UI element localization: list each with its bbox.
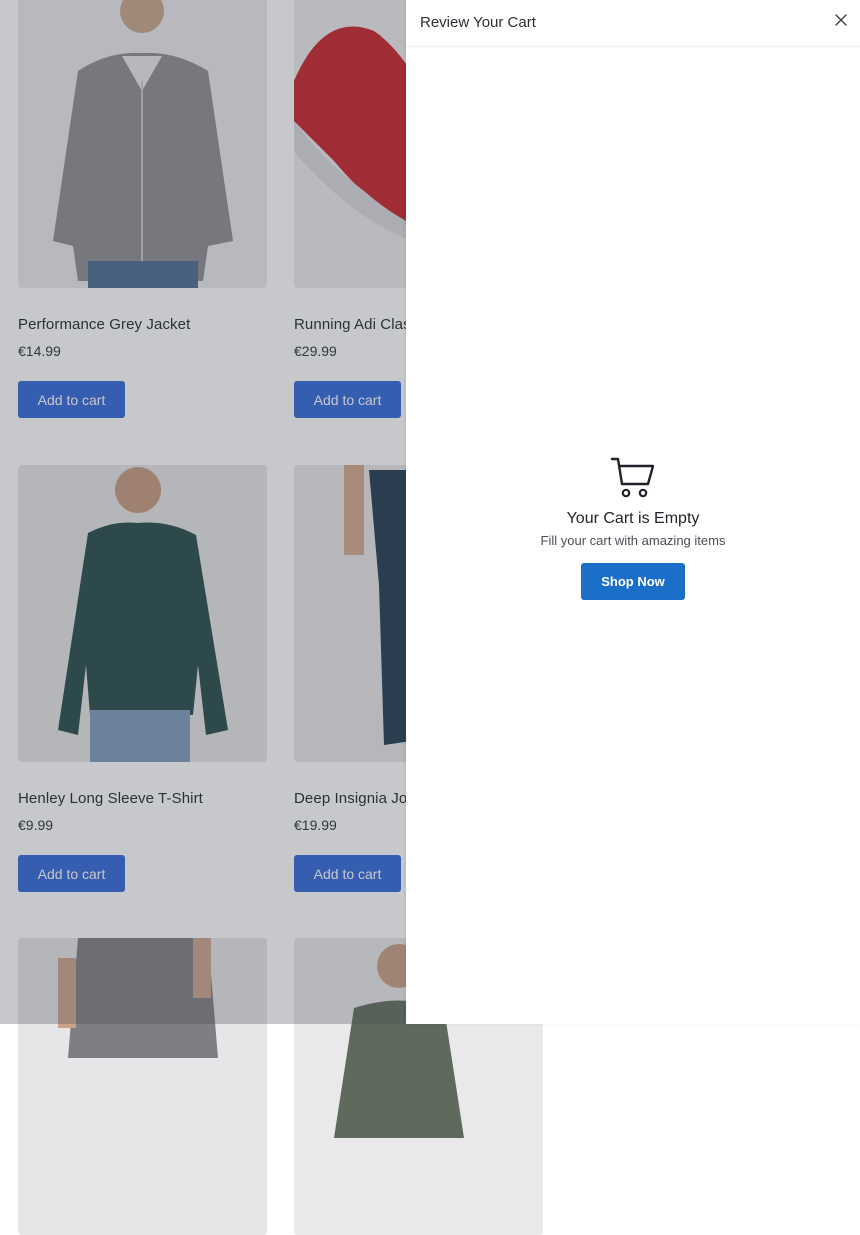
product-image[interactable]: [18, 0, 267, 288]
product-card: Henley Long Sleeve T-Shirt €9.99 Add to …: [18, 465, 267, 892]
empty-cart-state: Your Cart is Empty Fill your cart with a…: [406, 454, 860, 600]
add-to-cart-button[interactable]: Add to cart: [18, 855, 125, 892]
empty-cart-subtitle: Fill your cart with amazing items: [540, 533, 726, 548]
close-button[interactable]: [832, 11, 850, 29]
product-title[interactable]: Performance Grey Jacket: [18, 316, 267, 333]
product-title[interactable]: Henley Long Sleeve T-Shirt: [18, 790, 267, 807]
product-image[interactable]: [18, 938, 267, 1235]
product-price: €9.99: [18, 817, 54, 833]
pants-photo: [18, 938, 267, 1235]
close-icon: [835, 14, 847, 26]
cart-drawer: Review Your Cart Your Cart is Empty Fill…: [406, 0, 860, 1024]
add-to-cart-button[interactable]: Add to cart: [18, 381, 125, 418]
product-card: [18, 938, 267, 1235]
jacket-photo: [18, 0, 267, 288]
product-card: Performance Grey Jacket €14.99 Add to ca…: [18, 0, 267, 418]
add-to-cart-button[interactable]: Add to cart: [294, 855, 401, 892]
shirt-photo: [18, 465, 267, 762]
product-price: €14.99: [18, 343, 61, 359]
add-to-cart-button[interactable]: Add to cart: [294, 381, 401, 418]
empty-cart-title: Your Cart is Empty: [566, 510, 700, 527]
cart-title: Review Your Cart: [420, 14, 536, 31]
product-image[interactable]: [18, 465, 267, 762]
shop-now-button[interactable]: Shop Now: [581, 563, 685, 600]
shopping-cart-icon: [610, 457, 655, 498]
cart-header: Review Your Cart: [406, 0, 860, 47]
